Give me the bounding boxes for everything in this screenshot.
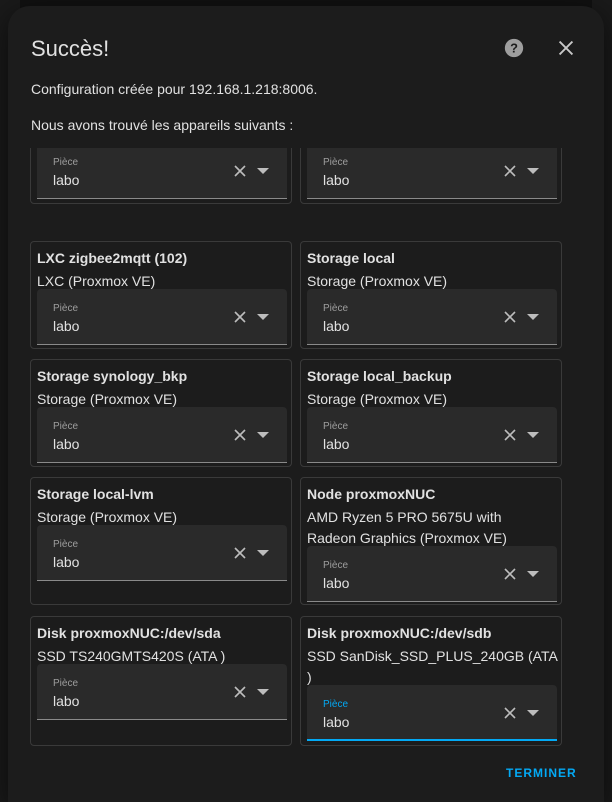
area-field-value: labo <box>53 554 80 570</box>
area-select-field[interactable]: Pièce labo <box>307 685 557 741</box>
area-field-label: Pièce <box>323 157 349 168</box>
chevron-down-icon[interactable] <box>527 314 539 321</box>
chevron-down-icon[interactable] <box>527 571 539 578</box>
area-select-field[interactable]: Pièce labo <box>307 407 557 463</box>
clear-icon[interactable] <box>503 428 517 442</box>
device-card: Storage local_backup Storage (Proxmox VE)… <box>300 359 562 467</box>
clear-icon[interactable] <box>233 685 247 699</box>
area-field-label: Pièce <box>323 699 349 710</box>
device-card: Storage local-lvm Storage (Proxmox VE) Piè… <box>30 477 292 605</box>
area-field-value: labo <box>53 436 80 452</box>
success-dialog: Succès! ? Configuration créée pour 192.1… <box>8 6 604 802</box>
area-field-label: Pièce <box>53 539 79 550</box>
device-card: Storage synology_bkp Storage (Proxmox VE)… <box>30 359 292 467</box>
area-field-label: Pièce <box>53 303 79 314</box>
device-card: LXC zigbee2mqtt (102) LXC (Proxmox VE) Piè… <box>30 241 292 349</box>
chevron-down-icon[interactable] <box>257 314 269 321</box>
clear-icon[interactable] <box>233 310 247 324</box>
chevron-down-icon[interactable] <box>527 168 539 175</box>
clear-icon[interactable] <box>233 428 247 442</box>
area-select-field[interactable]: Pièce labo <box>37 407 287 463</box>
device-card: Disk proxmoxNUC:/dev/sdb SSD SanDisk_SSD_… <box>300 616 562 746</box>
clear-icon[interactable] <box>503 164 517 178</box>
device-grid[interactable]: QEMU (Proxmox VE)PiècelaboLXC (Proxmox V… <box>30 148 564 758</box>
area-field-label: Pièce <box>53 421 79 432</box>
clear-icon[interactable] <box>503 310 517 324</box>
chevron-down-icon[interactable] <box>527 432 539 439</box>
area-field-label: Pièce <box>323 560 349 571</box>
device-name: Storage local-lvm <box>37 486 154 502</box>
finish-button[interactable]: TERMINER <box>506 766 577 780</box>
device-card: Disk proxmoxNUC:/dev/sda SSD TS240GMTS420… <box>30 616 292 746</box>
svg-text:?: ? <box>510 41 518 56</box>
config-info-text: Configuration créée pour 192.168.1.218:8… <box>31 81 318 97</box>
area-field-label: Pièce <box>323 303 349 314</box>
area-select-field[interactable]: Pièce labo <box>37 289 287 345</box>
clear-icon[interactable] <box>233 164 247 178</box>
chevron-down-icon[interactable] <box>527 710 539 717</box>
clear-icon[interactable] <box>233 546 247 560</box>
device-name: Node proxmoxNUC <box>307 486 436 502</box>
device-subtitle: AMD Ryzen 5 PRO 5675U with <box>307 509 502 525</box>
device-name: Disk proxmoxNUC:/dev/sdb <box>307 625 492 641</box>
found-devices-text: Nous avons trouvé les appareils suivants… <box>31 117 294 133</box>
help-icon[interactable]: ? <box>503 37 525 59</box>
area-select-field[interactable]: Pièce labo <box>307 289 557 345</box>
clear-icon[interactable] <box>503 706 517 720</box>
area-field-label: Pièce <box>53 157 79 168</box>
area-field-value: labo <box>53 693 80 709</box>
chevron-down-icon[interactable] <box>257 168 269 175</box>
device-name: LXC zigbee2mqtt (102) <box>37 250 188 266</box>
device-subtitle: SSD SanDisk_SSD_PLUS_240GB (ATA <box>307 648 558 664</box>
device-card: Storage local Storage (Proxmox VE) Pièce la… <box>300 241 562 349</box>
device-card: Node proxmoxNUC AMD Ryzen 5 PRO 5675U wit… <box>300 477 562 605</box>
device-card: QEMU (Proxmox VE)Piècelabo <box>30 148 292 204</box>
area-select-field[interactable]: Pièce labo <box>37 148 287 199</box>
clear-icon[interactable] <box>503 567 517 581</box>
area-field-value: labo <box>323 318 350 334</box>
device-name: Storage local <box>307 250 395 266</box>
device-name: Storage synology_bkp <box>37 368 188 384</box>
dialog-title: Succès! <box>31 36 110 61</box>
area-field-value: labo <box>53 172 80 188</box>
area-field-value: labo <box>53 318 80 334</box>
device-name: Disk proxmoxNUC:/dev/sda <box>37 625 221 641</box>
area-select-field[interactable]: Pièce labo <box>307 148 557 199</box>
area-field-label: Pièce <box>323 421 349 432</box>
device-card: LXC (Proxmox VE)Piècelabo <box>300 148 562 204</box>
chevron-down-icon[interactable] <box>257 432 269 439</box>
device-name: Storage local_backup <box>307 368 452 384</box>
area-field-value: labo <box>323 575 350 591</box>
chevron-down-icon[interactable] <box>257 550 269 557</box>
chevron-down-icon[interactable] <box>257 689 269 696</box>
area-field-value: labo <box>323 714 350 730</box>
close-icon[interactable] <box>555 37 577 59</box>
area-select-field[interactable]: Pièce labo <box>37 525 287 581</box>
area-field-value: labo <box>323 436 350 452</box>
area-select-field[interactable]: Pièce labo <box>37 664 287 720</box>
area-field-label: Pièce <box>53 678 79 689</box>
area-select-field[interactable]: Pièce labo <box>307 546 557 602</box>
area-field-value: labo <box>323 172 350 188</box>
